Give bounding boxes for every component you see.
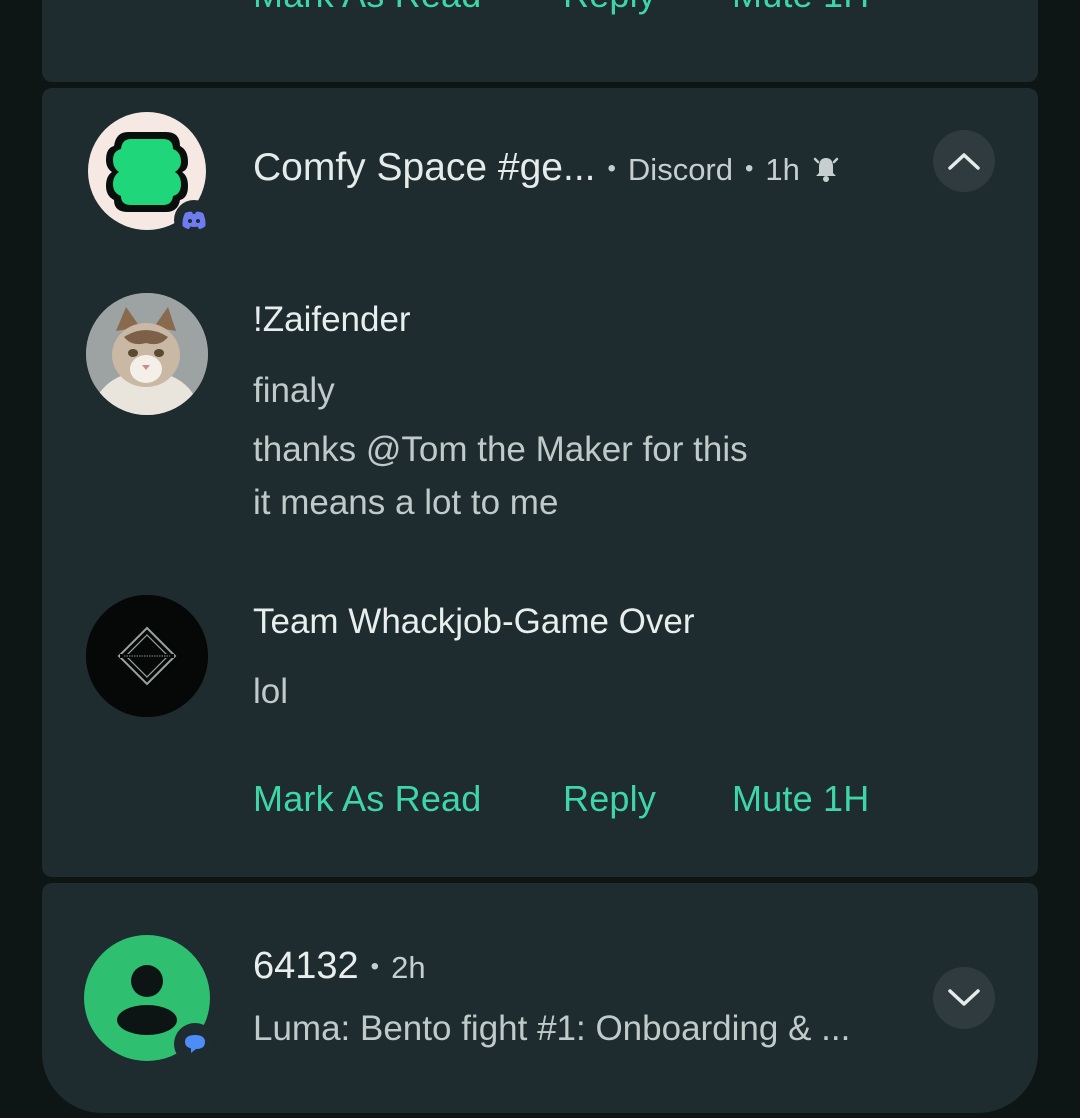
notification-card-previous: Mark As Read Reply Mute 1H bbox=[42, 0, 1038, 82]
message-sender: Team Whackjob-Game Over bbox=[253, 602, 695, 641]
team-logo-icon bbox=[86, 595, 208, 717]
mute-1h-button[interactable]: Mute 1H bbox=[732, 778, 869, 820]
contact-avatar bbox=[84, 935, 216, 1065]
discord-icon bbox=[182, 211, 206, 229]
message-line: thanks @Tom the Maker for this bbox=[253, 430, 748, 469]
mark-as-read-button[interactable]: Mark As Read bbox=[253, 0, 563, 16]
separator-dot: • bbox=[607, 155, 616, 182]
chevron-up-icon bbox=[948, 153, 980, 170]
mark-as-read-button[interactable]: Mark As Read bbox=[253, 778, 563, 820]
notification-header: 64132 • 2h bbox=[253, 945, 426, 988]
conversation-title: Comfy Space #ge... bbox=[253, 146, 596, 189]
message-sender: !Zaifender bbox=[253, 300, 411, 339]
notification-card-discord[interactable]: Comfy Space #ge... • Discord • 1h !Zaife… bbox=[42, 88, 1038, 877]
message-preview: Luma: Bento fight #1: Onboarding & ... bbox=[253, 1009, 851, 1048]
timestamp: 1h bbox=[765, 152, 800, 187]
avatar bbox=[86, 595, 208, 717]
expand-button[interactable] bbox=[933, 967, 995, 1029]
reply-button[interactable]: Reply bbox=[563, 0, 732, 16]
contact-name: 64132 bbox=[253, 945, 359, 987]
messages-icon bbox=[185, 1035, 205, 1053]
messages-badge bbox=[174, 1023, 216, 1065]
reply-button[interactable]: Reply bbox=[563, 778, 732, 820]
separator-dot: • bbox=[370, 953, 380, 980]
chevron-down-icon bbox=[948, 989, 980, 1006]
notification-card-message[interactable]: 64132 • 2h Luma: Bento fight #1: Onboard… bbox=[42, 883, 1038, 1113]
mute-1h-button[interactable]: Mute 1H bbox=[732, 0, 869, 16]
server-avatar bbox=[88, 112, 214, 240]
notification-actions: Mark As Read Reply Mute 1H bbox=[253, 778, 869, 820]
timestamp: 2h bbox=[391, 950, 426, 985]
app-name: Discord bbox=[627, 152, 734, 187]
collapse-button[interactable] bbox=[933, 130, 995, 192]
message-line: finaly bbox=[253, 371, 335, 410]
avatar bbox=[86, 293, 208, 415]
notification-header: Comfy Space #ge... • Discord • 1h bbox=[253, 146, 840, 190]
message-line: lol bbox=[253, 672, 289, 711]
message-line: it means a lot to me bbox=[253, 483, 559, 522]
bell-icon bbox=[813, 157, 839, 182]
cat-avatar-image bbox=[86, 293, 208, 415]
separator-dot: • bbox=[745, 155, 754, 182]
discord-badge bbox=[174, 200, 214, 240]
